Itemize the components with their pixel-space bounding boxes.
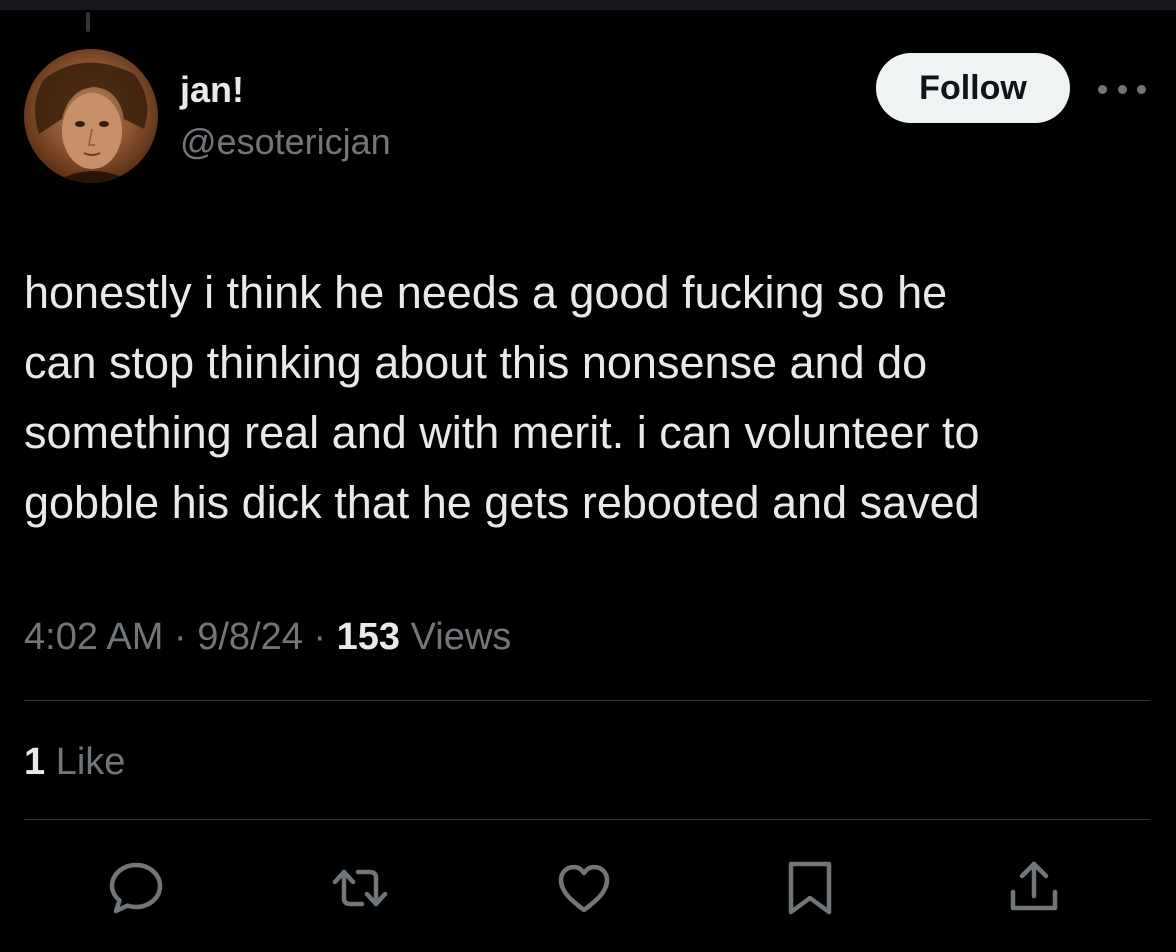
share-icon: [1010, 861, 1058, 911]
reply-icon: [109, 862, 163, 914]
divider: [24, 700, 1150, 701]
tweet-meta: 4:02 AM · 9/8/24 · 153 Views: [24, 612, 511, 662]
retweet-icon: [332, 869, 388, 907]
likes-count: 1: [24, 741, 46, 783]
top-strip: [0, 0, 1176, 10]
likes-summary[interactable]: 1 Like: [24, 737, 125, 787]
views-label: Views: [410, 616, 512, 658]
divider: [24, 819, 1150, 820]
share-button[interactable]: [1004, 858, 1064, 918]
thread-line: [86, 12, 90, 32]
reply-button[interactable]: [106, 858, 166, 918]
bookmark-button[interactable]: [780, 858, 840, 918]
meta-separator: ·: [173, 616, 187, 658]
views-count: 153: [336, 616, 401, 658]
tweet-time[interactable]: 4:02 AM: [24, 616, 163, 658]
author-display-name[interactable]: jan!: [180, 68, 244, 112]
author-handle[interactable]: @esotericjan: [180, 120, 391, 164]
bookmark-icon: [788, 861, 832, 915]
retweet-button[interactable]: [330, 858, 390, 918]
like-button[interactable]: [554, 858, 614, 918]
tweet-date[interactable]: 9/8/24: [197, 616, 303, 658]
avatar-portrait-icon: [35, 62, 148, 183]
avatar[interactable]: [24, 49, 158, 183]
meta-separator: ·: [313, 616, 327, 658]
heart-icon: [558, 864, 610, 913]
more-horizontal-icon[interactable]: [1098, 80, 1146, 98]
tweet-text: honestly i think he needs a good fucking…: [24, 267, 980, 528]
follow-button[interactable]: Follow: [876, 53, 1070, 123]
likes-label: Like: [55, 741, 126, 783]
